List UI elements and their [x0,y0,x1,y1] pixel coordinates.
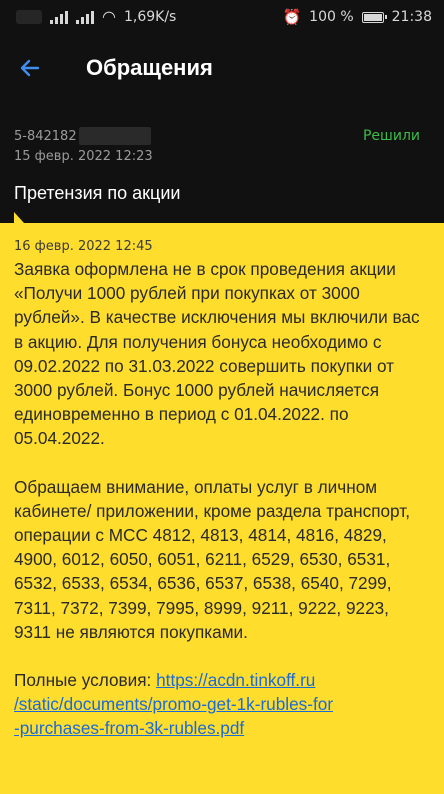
bubble-tail [14,212,24,223]
paragraph-spacer-2 [14,644,430,668]
ticket-row: 5-842182 Решили [14,127,430,145]
battery-percent: 100 % [309,9,354,25]
message-paragraph-1: Заявка оформлена не в срок проведения ак… [14,259,420,449]
alarm-icon: ⏰ [282,8,302,26]
wifi-icon: ◠ [102,7,116,26]
status-bar-right: ⏰ 100 % 21:38 [282,8,432,26]
message-bubble: 16 февр. 2022 12:45 Заявка оформлена не … [0,212,444,794]
terms-label: Полные условия: [14,670,152,691]
carrier-redacted [16,10,42,24]
ticket-id-wrap: 5-842182 [14,127,151,145]
terms-link-line-1[interactable]: https://acdn.tinkoff.ru [156,670,315,690]
message-date: 16 февр. 2022 12:45 [14,239,153,254]
back-button[interactable] [2,40,58,96]
terms-link-line-3[interactable]: -purchases-from-3k-rubles.pdf [14,718,244,738]
battery-icon [361,11,387,23]
status-badge: Решили [362,128,420,144]
ticket-id: 5-842182 [14,128,77,144]
terms-link-line-2[interactable]: /static/documents/promo-get-1k-rubles-fo… [14,694,333,714]
app-bar: Обращения [0,40,444,96]
clock: 21:38 [391,9,432,25]
status-bar-left: ◠ 1,69K/s [16,9,176,25]
page-title: Обращения [86,55,213,80]
ticket-subject: Претензия по акции [14,183,181,203]
arrow-left-icon [20,59,40,77]
network-speed: 1,69K/s [123,9,177,25]
message-paragraph-2: Обращаем внимание, оплаты услуг в личном… [14,476,410,642]
signal-icon-2 [76,10,94,24]
terms-block: Полные условия: https://acdn.tinkoff.ru /… [14,668,430,741]
status-bar: ◠ 1,69K/s ⏰ 100 % 21:38 [0,0,444,34]
ticket-created-date: 15 февр. 2022 12:23 [14,149,153,164]
ticket-id-redacted [78,127,151,145]
signal-icon [50,10,68,24]
ticket-meta: 5-842182 Решили 15 февр. 2022 12:23 [14,127,430,164]
